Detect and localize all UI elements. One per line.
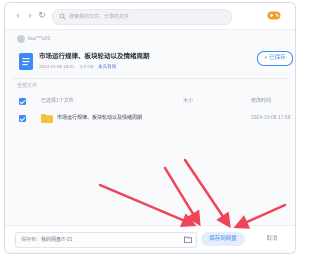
row-size: -: [183, 115, 185, 121]
section-label: 全部文件: [17, 83, 38, 89]
table-header: 已选择1个文件 大小 修改时间: [13, 96, 289, 108]
cancel-button[interactable]: 取消: [257, 232, 287, 246]
save-share-window: ‹ › ↻ 搜索我的文件、分享的文件 bus***a20 市场运行规律、板块轮动: [4, 2, 296, 254]
share-size: 4.3 GB: [79, 64, 94, 69]
folder-picker-icon[interactable]: [184, 236, 192, 243]
save-path-text: 保存到：我的网盘/T-21: [21, 236, 72, 244]
row-checkbox[interactable]: [19, 115, 26, 122]
select-all-checkbox[interactable]: [19, 98, 26, 105]
share-meta: 2024-10-08 18:01 4.3 GB 永久有效: [39, 64, 116, 70]
avatar: [17, 35, 25, 43]
header-date[interactable]: 修改时间: [251, 98, 271, 105]
save-path-field[interactable]: 保存到：我的网盘/T-21: [15, 232, 197, 248]
divider: [13, 78, 289, 79]
header-name: 已选择1个文件: [41, 98, 74, 104]
footer-bar: 保存到：我的网盘/T-21 保存到网盘 取消: [5, 225, 295, 252]
search-input[interactable]: 搜索我的文件、分享的文件: [52, 9, 232, 25]
folder-icon: [41, 114, 53, 123]
save-to-drive-button[interactable]: 保存到网盘: [201, 232, 245, 246]
forward-button[interactable]: ›: [25, 10, 35, 20]
share-date: 2024-10-08 18:01: [39, 64, 75, 69]
save-path-label: 保存到：: [21, 237, 42, 243]
table-row[interactable]: 市场运行规律、板块轮动以及情绪周期 - 2024-10-08 17:58: [13, 111, 291, 127]
save-path-value: 我的网盘/T-21: [41, 237, 73, 243]
saved-button[interactable]: + 已保存: [257, 51, 293, 66]
search-placeholder: 搜索我的文件、分享的文件: [69, 14, 130, 20]
gamepad-icon[interactable]: [267, 11, 281, 20]
refresh-button[interactable]: ↻: [37, 10, 47, 20]
document-icon: [19, 53, 33, 70]
validity-badge: 永久有效: [98, 64, 117, 69]
header-size[interactable]: 大小: [183, 98, 193, 105]
owner-name: bus***a20: [28, 36, 51, 42]
row-name: 市场运行规律、板块轮动以及情绪周期: [57, 115, 143, 121]
search-icon: [59, 13, 66, 20]
back-button[interactable]: ‹: [13, 10, 23, 20]
share-title: 市场运行规律、板块轮动以及情绪周期: [39, 53, 150, 60]
row-date: 2024-10-08 17:58: [251, 115, 291, 121]
top-bar: ‹ › ↻ 搜索我的文件、分享的文件: [5, 3, 295, 30]
